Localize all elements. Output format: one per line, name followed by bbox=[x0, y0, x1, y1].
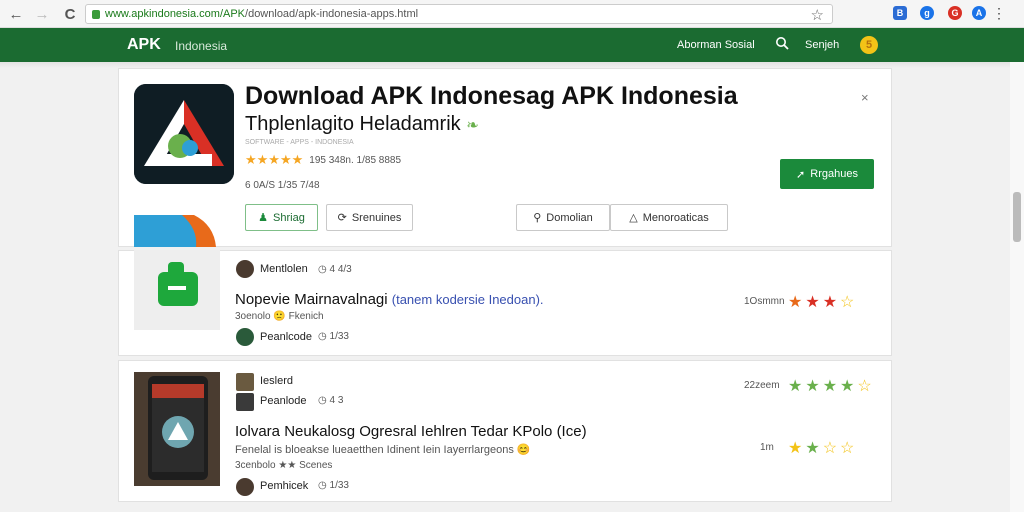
leaf-icon: ❧ bbox=[466, 117, 479, 134]
header-nav-link[interactable]: Aborman Sosial bbox=[677, 39, 755, 51]
scrollbar-thumb[interactable] bbox=[1013, 192, 1021, 242]
review-stars-secondary: ★★☆☆ bbox=[788, 438, 857, 458]
review-stars: ★★★★☆ bbox=[788, 376, 875, 396]
extension-icon[interactable]: B bbox=[893, 6, 907, 20]
star-icon: ★ bbox=[788, 378, 806, 395]
site-tagline: Indonesia bbox=[175, 39, 228, 53]
review-stars: ★★★☆ bbox=[788, 292, 857, 312]
app-developer[interactable]: Thplenlagito Heladamrik ❧ bbox=[245, 113, 479, 136]
reload-button[interactable]: C bbox=[60, 4, 80, 24]
url-host: www.apkindonesia.com/APK bbox=[105, 8, 246, 20]
star-icon: ☆ bbox=[822, 440, 841, 457]
register-button[interactable]: ➚ Rrgahues bbox=[780, 159, 874, 189]
avatar[interactable] bbox=[236, 260, 254, 278]
star-icon: ☆ bbox=[840, 440, 858, 457]
avatar[interactable] bbox=[236, 373, 254, 391]
avatar[interactable] bbox=[236, 478, 254, 496]
bookmark-star-icon[interactable]: ☆ bbox=[811, 6, 824, 24]
reviewer-name-secondary[interactable]: Peanlode bbox=[260, 395, 307, 407]
app-title: Download APK Indonesag APK Indonesia bbox=[245, 82, 738, 110]
lock-icon bbox=[92, 9, 100, 19]
site-header: APK Indonesia Aborman Sosial Senjeh 5 bbox=[0, 28, 1024, 62]
review-meta: ◷ 4 4/3 bbox=[318, 264, 352, 275]
decorative-shape bbox=[134, 215, 216, 247]
app-rating: ★★★★★ 195 348n. 1/85 8885 bbox=[245, 152, 401, 168]
poster-name[interactable]: Pemhicek bbox=[260, 480, 308, 492]
review-title-text: Nopevie Mairnavalnagi bbox=[235, 291, 388, 308]
page-scrollbar[interactable] bbox=[1010, 62, 1024, 512]
extension-icon[interactable]: A bbox=[972, 6, 986, 20]
search-icon[interactable] bbox=[775, 36, 789, 53]
download-button[interactable]: ⚲ Domolian bbox=[516, 204, 610, 231]
app-logo-icon bbox=[134, 84, 234, 184]
review-meta: ◷ 4 3 bbox=[318, 395, 344, 406]
poster-meta: ◷ 1/33 bbox=[318, 331, 349, 342]
warning-icon: △ bbox=[629, 212, 638, 224]
more-button-label: Menoroaticas bbox=[642, 211, 709, 224]
versions-icon: ⟳ bbox=[337, 212, 347, 224]
review-rating-text: 1Osmmn bbox=[744, 296, 785, 307]
browser-menu-icon[interactable]: ⋮ bbox=[992, 5, 1006, 22]
register-button-label: Rrgahues bbox=[810, 168, 858, 180]
avatar[interactable] bbox=[236, 328, 254, 346]
review-title-link[interactable]: (tanem kodersie Inedoan). bbox=[392, 292, 544, 307]
star-icon: ★ bbox=[840, 378, 858, 395]
star-icon: ☆ bbox=[840, 294, 858, 311]
review-desc: 3oenolo 🙁 Fkenich bbox=[235, 311, 324, 322]
review-thumbnail[interactable] bbox=[134, 250, 220, 330]
avatar[interactable] bbox=[236, 393, 254, 411]
share-button[interactable]: ♟ Shriag bbox=[245, 204, 318, 231]
address-bar[interactable]: www.apkindonesia.com/APK /download/apk-i… bbox=[85, 4, 833, 24]
review-rating-text-secondary: 1m bbox=[760, 442, 774, 453]
app-category: SOFTWARE - APPS - INDONESIA bbox=[245, 139, 354, 146]
star-icon: ★ bbox=[788, 440, 806, 457]
versions-button-label: Srenuines bbox=[351, 211, 402, 224]
star-icon: ★ bbox=[805, 378, 823, 395]
star-icon: ★ bbox=[822, 294, 841, 311]
star-icon: ★ bbox=[822, 378, 841, 395]
review-thumbnail[interactable] bbox=[134, 372, 220, 486]
forward-button[interactable]: → bbox=[32, 4, 52, 24]
back-button[interactable]: ← bbox=[6, 4, 26, 24]
poster-meta: ◷ 1/33 bbox=[318, 480, 349, 491]
arrow-icon: ➚ bbox=[796, 168, 806, 181]
review-title: Nopevie Mairnavalnagi (tanem kodersie In… bbox=[235, 291, 544, 308]
browser-toolbar: ← → C www.apkindonesia.com/APK /download… bbox=[0, 0, 1024, 28]
rating-stars: ★★★★★ bbox=[245, 152, 304, 167]
app-meta: 6 0A/S 1/35 7/48 bbox=[245, 180, 320, 191]
user-icon: ♟ bbox=[258, 212, 269, 224]
review-title: Iolvara Neukalosg Ogresral Iehlren Tedar… bbox=[235, 423, 587, 440]
review-rating-text: 22zeem bbox=[744, 380, 780, 391]
site-logo[interactable]: APK bbox=[127, 36, 161, 54]
rating-text: 195 348n. 1/85 8885 bbox=[309, 154, 402, 166]
reviewer-name[interactable]: Ieslerd bbox=[260, 375, 293, 387]
star-icon: ★ bbox=[788, 294, 806, 311]
more-button[interactable]: △ Menoroaticas bbox=[610, 204, 728, 231]
poster-name[interactable]: Peanlcode bbox=[260, 331, 312, 343]
star-icon: ★ bbox=[805, 440, 823, 457]
url-path: /download/apk-indonesia-apps.html bbox=[245, 8, 419, 20]
coin-icon[interactable]: 5 bbox=[860, 36, 878, 54]
review-sub: 3cenbolo ★★ Scenes bbox=[235, 460, 333, 471]
close-icon[interactable]: × bbox=[861, 90, 869, 105]
versions-button[interactable]: ⟳ Srenuines bbox=[326, 204, 413, 231]
download-button-label: Domolian bbox=[546, 211, 593, 224]
reviewer-name[interactable]: Mentlolen bbox=[260, 263, 308, 275]
star-icon: ★ bbox=[805, 294, 823, 311]
download-icon: ⚲ bbox=[533, 212, 542, 224]
extension-icon[interactable]: G bbox=[948, 6, 962, 20]
signin-link[interactable]: Senjeh bbox=[805, 39, 839, 51]
developer-name: Thplenlagito Heladamrik bbox=[245, 113, 461, 135]
review-desc: Fenelal is bloeakse lueaetthen Idinent I… bbox=[235, 444, 531, 456]
star-icon: ☆ bbox=[857, 378, 875, 395]
extension-icon[interactable]: g bbox=[920, 6, 934, 20]
share-button-label: Shriag bbox=[273, 211, 305, 224]
